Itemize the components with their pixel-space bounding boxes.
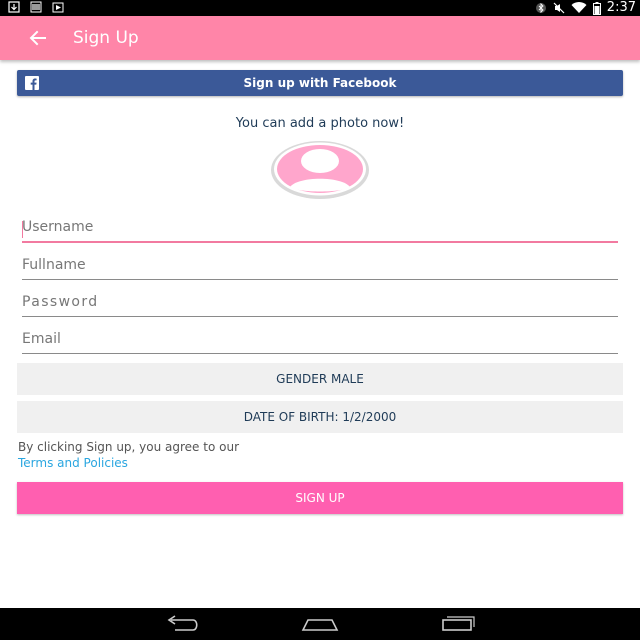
- facebook-signup-label: Sign up with Facebook: [243, 76, 397, 90]
- app-bar: Sign Up: [0, 16, 640, 60]
- arrow-back-icon[interactable]: [24, 26, 52, 50]
- play-store-icon: [52, 2, 64, 13]
- battery-icon: [592, 1, 601, 15]
- facebook-signup-button[interactable]: Sign up with Facebook: [17, 70, 623, 96]
- status-bar-left-icons: [8, 1, 64, 13]
- status-time: 2:37: [606, 0, 636, 15]
- mute-icon: [553, 2, 565, 14]
- fullname-field[interactable]: [22, 250, 618, 280]
- barcode-icon: [30, 1, 42, 13]
- download-icon: [8, 1, 20, 13]
- avatar[interactable]: [270, 140, 370, 200]
- email-field[interactable]: [22, 324, 618, 354]
- facebook-icon: [25, 76, 39, 90]
- password-field[interactable]: [22, 287, 618, 317]
- page-title: Sign Up: [73, 28, 139, 48]
- date-of-birth-button[interactable]: DATE OF BIRTH: 1/2/2000: [17, 401, 623, 433]
- status-bar-right-icons: 2:37: [535, 0, 636, 16]
- photo-caption: You can add a photo now!: [235, 116, 405, 131]
- avatar-placeholder-icon: [271, 141, 369, 199]
- navigation-bar: [0, 608, 640, 640]
- terms-link[interactable]: Terms and Policies: [18, 456, 128, 470]
- recents-icon[interactable]: [437, 614, 477, 634]
- status-bar: 2:37: [0, 0, 640, 16]
- back-icon[interactable]: [163, 614, 203, 634]
- sign-up-label: SIGN UP: [295, 491, 345, 505]
- bluetooth-icon: [535, 2, 546, 14]
- gender-label: GENDER MALE: [276, 372, 364, 386]
- gender-button[interactable]: GENDER MALE: [17, 363, 623, 395]
- date-of-birth-label: DATE OF BIRTH: 1/2/2000: [243, 410, 397, 424]
- home-icon[interactable]: [300, 614, 340, 634]
- wifi-icon: [571, 2, 587, 14]
- sign-up-button[interactable]: SIGN UP: [17, 482, 623, 514]
- username-field[interactable]: [22, 213, 618, 243]
- terms-text: By clicking Sign up, you agree to our: [18, 440, 239, 454]
